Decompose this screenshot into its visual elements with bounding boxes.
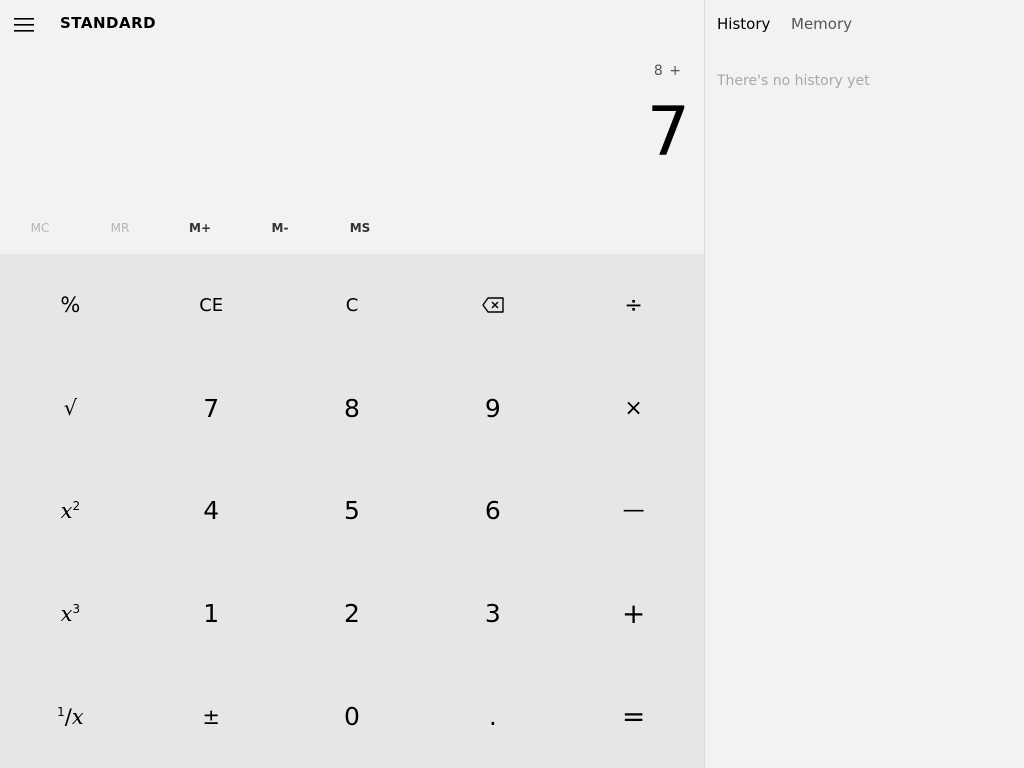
digit-9-button[interactable]: 9 xyxy=(422,357,563,460)
memory-clear-button[interactable]: MC xyxy=(0,212,80,244)
tab-memory[interactable]: Memory xyxy=(791,15,852,33)
add-button[interactable]: + xyxy=(563,562,704,665)
reciprocal-label: 1/x xyxy=(57,704,84,729)
equals-button[interactable]: = xyxy=(563,665,704,768)
digit-5-button[interactable]: 5 xyxy=(282,460,423,563)
square-root-button[interactable]: √ xyxy=(0,357,141,460)
calculator-app: STANDARD 8 + 7 MC MR M+ M- MS % CE C ÷ √… xyxy=(0,0,1024,768)
result-display: 7 xyxy=(646,93,690,172)
negate-button[interactable]: ± xyxy=(141,665,282,768)
tab-history[interactable]: History xyxy=(717,15,770,33)
square-label: x2 xyxy=(60,498,81,523)
digit-8-button[interactable]: 8 xyxy=(282,357,423,460)
digit-1-button[interactable]: 1 xyxy=(141,562,282,665)
decimal-button[interactable]: . xyxy=(422,665,563,768)
memory-row: MC MR M+ M- MS xyxy=(0,212,400,244)
digit-7-button[interactable]: 7 xyxy=(141,357,282,460)
reciprocal-button[interactable]: 1/x xyxy=(0,665,141,768)
memory-recall-button[interactable]: MR xyxy=(80,212,160,244)
history-panel: History Memory There's no history yet xyxy=(705,0,1024,768)
calculator-pane: STANDARD 8 + 7 MC MR M+ M- MS % CE C ÷ √… xyxy=(0,0,704,768)
hamburger-menu-icon xyxy=(14,18,34,32)
digit-3-button[interactable]: 3 xyxy=(422,562,563,665)
divide-button[interactable]: ÷ xyxy=(563,254,704,357)
memory-subtract-button[interactable]: M- xyxy=(240,212,320,244)
cube-label: x3 xyxy=(60,601,81,626)
expression-display: 8 + xyxy=(653,63,682,79)
backspace-icon xyxy=(482,297,504,314)
mode-title: STANDARD xyxy=(60,14,157,32)
history-empty-message: There's no history yet xyxy=(717,73,870,89)
clear-entry-button[interactable]: CE xyxy=(141,254,282,357)
multiply-button[interactable]: × xyxy=(563,357,704,460)
hamburger-menu-button[interactable] xyxy=(4,5,44,45)
digit-4-button[interactable]: 4 xyxy=(141,460,282,563)
digit-0-button[interactable]: 0 xyxy=(282,665,423,768)
percent-button[interactable]: % xyxy=(0,254,141,357)
subtract-button[interactable]: — xyxy=(563,460,704,563)
cube-button[interactable]: x3 xyxy=(0,562,141,665)
memory-add-button[interactable]: M+ xyxy=(160,212,240,244)
digit-2-button[interactable]: 2 xyxy=(282,562,423,665)
memory-store-button[interactable]: MS xyxy=(320,212,400,244)
keypad: % CE C ÷ √ 7 8 9 × x2 4 5 6 — x3 1 2 3 +… xyxy=(0,254,704,768)
square-button[interactable]: x2 xyxy=(0,460,141,563)
backspace-button[interactable] xyxy=(422,254,563,357)
digit-6-button[interactable]: 6 xyxy=(422,460,563,563)
clear-button[interactable]: C xyxy=(282,254,423,357)
